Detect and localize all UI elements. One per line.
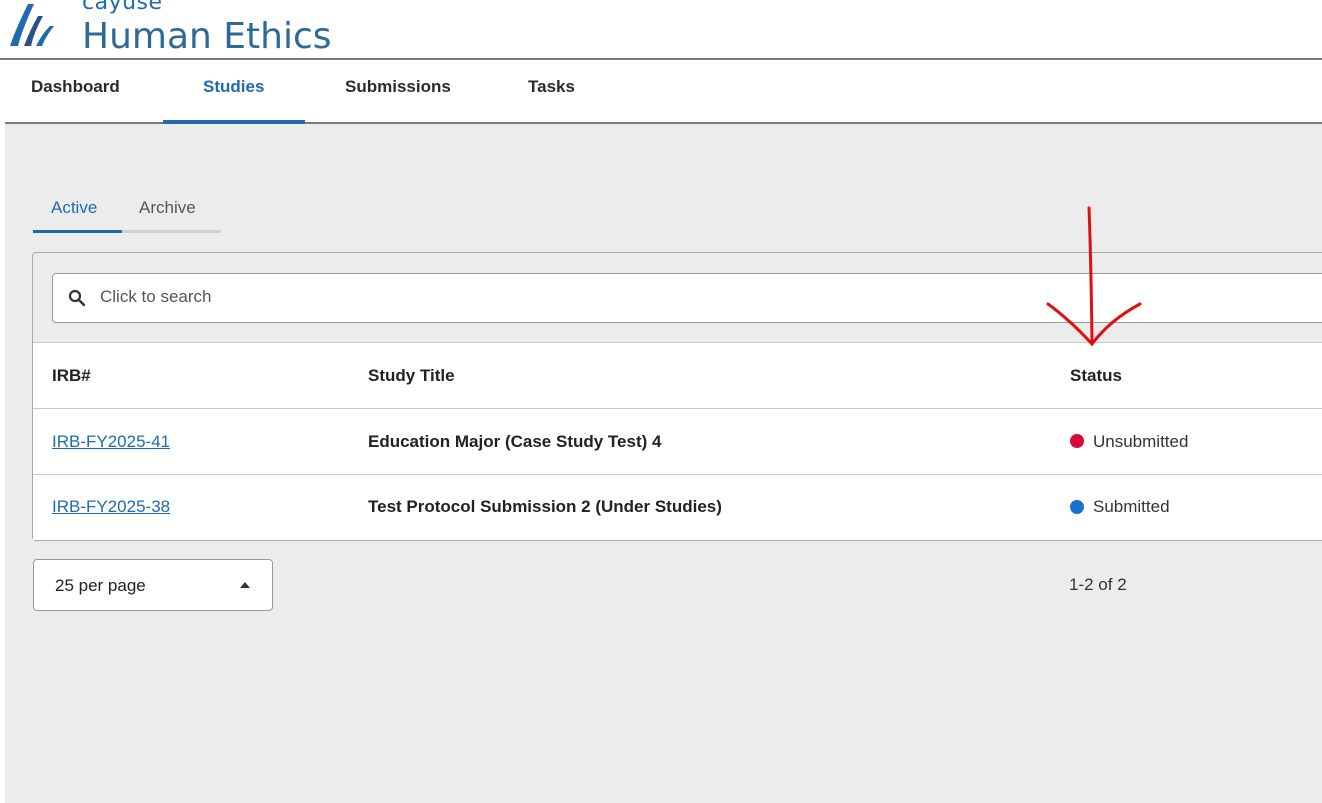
row-divider bbox=[33, 474, 1322, 475]
study-title: Test Protocol Submission 2 (Under Studie… bbox=[368, 497, 722, 516]
search-input[interactable] bbox=[52, 273, 1322, 323]
tab-active[interactable]: Active bbox=[51, 198, 97, 218]
status-dot-icon bbox=[1070, 434, 1084, 448]
subtab-active-indicator bbox=[33, 230, 122, 233]
search-icon bbox=[68, 289, 86, 307]
status-badge: Unsubmitted bbox=[1093, 432, 1189, 451]
main-nav: Dashboard Studies Submissions Tasks bbox=[0, 60, 1322, 124]
status-dot-icon bbox=[1070, 500, 1084, 514]
cayuse-logo-icon bbox=[10, 4, 54, 46]
pagination-range: 1-2 of 2 bbox=[1069, 575, 1127, 594]
caret-up-icon[interactable] bbox=[240, 582, 250, 588]
app-header: cayuse Human Ethics bbox=[0, 0, 1322, 60]
irb-link[interactable]: IRB-FY2025-41 bbox=[52, 432, 170, 452]
table-top-border bbox=[33, 342, 1322, 343]
nav-studies[interactable]: Studies bbox=[203, 77, 264, 123]
search-placeholder[interactable]: Click to search bbox=[100, 287, 211, 307]
column-header-study-title[interactable]: Study Title bbox=[368, 366, 455, 386]
brand-name: cayuse bbox=[82, 0, 163, 15]
status-badge: Submitted bbox=[1093, 497, 1170, 516]
column-header-status[interactable]: Status bbox=[1070, 366, 1122, 386]
nav-submissions[interactable]: Submissions bbox=[345, 77, 451, 123]
column-header-irb[interactable]: IRB# bbox=[52, 366, 91, 386]
nav-tasks[interactable]: Tasks bbox=[528, 77, 575, 123]
per-page-value[interactable]: 25 per page bbox=[55, 576, 146, 596]
header-row-divider bbox=[33, 408, 1322, 409]
nav-dashboard[interactable]: Dashboard bbox=[31, 77, 120, 123]
irb-link[interactable]: IRB-FY2025-38 bbox=[52, 497, 170, 517]
app-title: Human Ethics bbox=[82, 16, 332, 57]
tab-archive[interactable]: Archive bbox=[139, 198, 196, 218]
study-title: Education Major (Case Study Test) 4 bbox=[368, 432, 662, 451]
